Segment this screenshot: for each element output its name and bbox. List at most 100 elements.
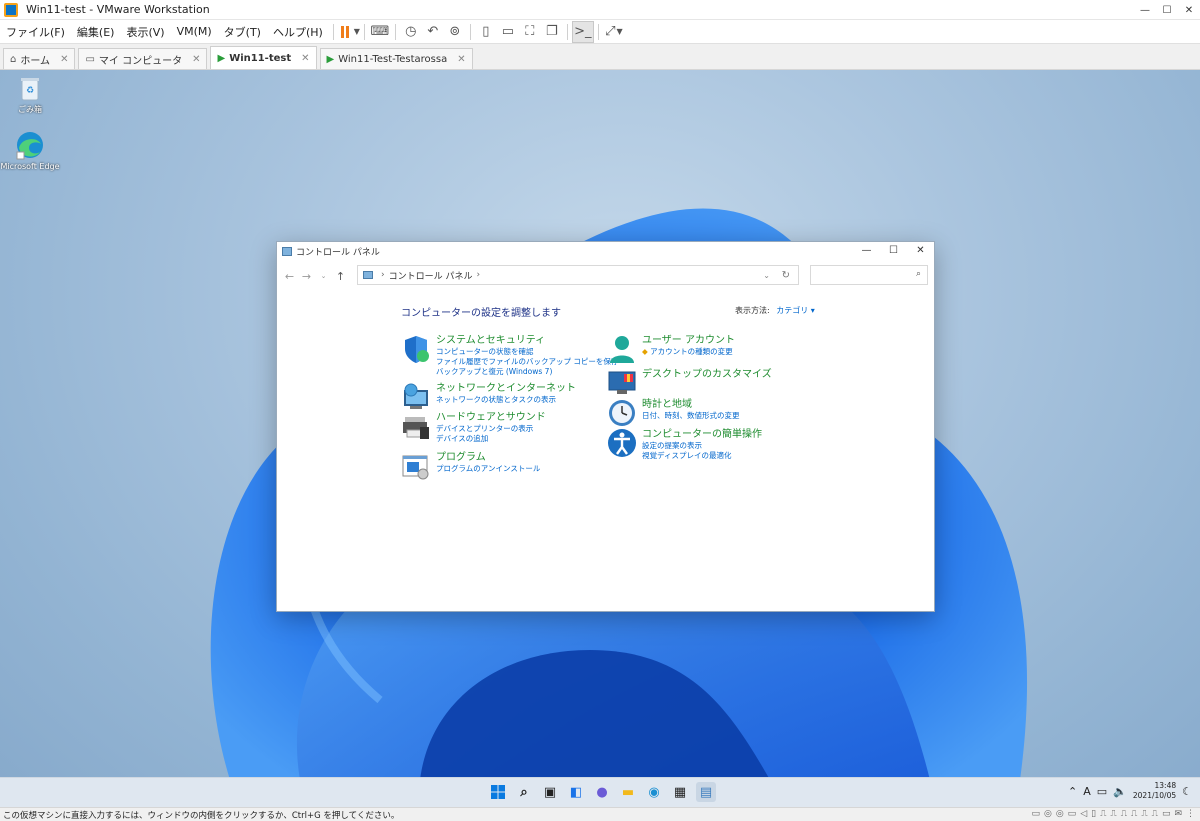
category-link[interactable]: ネットワークの状態とタスクの表示 [436,395,576,405]
console-view-button[interactable]: >_ [571,20,594,43]
network-adapter-icon[interactable]: ▭ [1068,809,1077,819]
tab-win11-test-testarossa[interactable]: ▶ Win11-Test-Testarossa ✕ [319,48,473,69]
category-link[interactable]: プログラムのアンインストール [436,464,540,474]
category-title[interactable]: 時計と地域 [642,398,740,411]
usb-icon[interactable]: ◎ [1056,809,1064,819]
control-panel-taskbar-button[interactable]: ▤ [696,782,716,802]
suspend-button[interactable]: ▼ [338,21,360,43]
file-explorer-button[interactable]: ▬ [618,782,638,802]
snapshot-manager-button[interactable]: ⊚ [444,21,466,43]
usb-device-icon[interactable]: ⎍ [1100,809,1106,819]
close-button[interactable]: ✕ [1178,0,1200,20]
task-view-button[interactable]: ▣ [540,782,560,802]
full-screen-button[interactable]: ⛶ [519,21,541,43]
minimize-button[interactable]: — [1134,0,1156,20]
revert-icon: ↶ [427,24,439,39]
close-icon[interactable]: ✕ [301,53,309,64]
cp-window-controls: — ☐ ✕ [853,242,934,258]
back-button[interactable]: ← [281,270,298,283]
tab-home[interactable]: ⌂ ホーム ✕ [3,48,76,69]
cdrom-icon[interactable]: ◎ [1044,809,1052,819]
taskbar-clock[interactable]: 13:48 2021/10/05 [1133,781,1176,801]
category-title[interactable]: ハードウェアとサウンド [436,411,546,424]
message-icon[interactable]: ✉ [1174,809,1182,819]
category-title[interactable]: プログラム [436,451,540,464]
network-icon[interactable]: ▭ [1097,785,1107,798]
recent-locations-button[interactable]: ⌄ [315,272,332,280]
send-ctrl-alt-del-button[interactable]: ⌨ [369,21,391,43]
close-icon[interactable]: ✕ [457,54,465,65]
menu-edit[interactable]: 編集(E) [71,24,121,40]
category-link[interactable]: 日付、時刻、数値形式の変更 [642,411,740,421]
toolbar-separator [566,23,568,40]
category-link[interactable]: デバイスとプリンターの表示 [436,424,546,434]
usb-device-icon[interactable]: ⎍ [1152,809,1158,819]
category-link[interactable]: 設定の提案の表示 [642,441,762,451]
snapshot-button[interactable]: ◷ [400,21,422,43]
tab-my-computer[interactable]: ▭ マイ コンピュータ ✕ [78,48,208,69]
usb-device-icon[interactable]: ⎍ [1131,809,1137,819]
menu-tab[interactable]: タブ(T) [218,24,267,40]
category-link[interactable]: 視覚ディスプレイの最適化 [642,451,762,461]
menu-view[interactable]: 表示(V) [120,24,170,40]
category-title[interactable]: デスクトップのカスタマイズ [642,368,772,381]
cp-close-button[interactable]: ✕ [907,242,934,258]
category-title[interactable]: ユーザー アカウント [642,334,735,347]
up-button[interactable]: ↑ [332,270,349,283]
volume-icon[interactable]: 🔈 [1113,785,1127,798]
category-link[interactable]: バックアップと復元 (Windows 7) [436,367,618,377]
category-title[interactable]: システムとセキュリティ [436,334,618,347]
menu-help[interactable]: ヘルプ(H) [267,24,329,40]
category-link[interactable]: コンピューターの状態を確認 [436,347,618,357]
widgets-button[interactable]: ◧ [566,782,586,802]
menu-vm[interactable]: VM(M) [171,25,218,38]
forward-button[interactable]: → [298,270,315,283]
usb-device-icon[interactable]: ⎍ [1110,809,1116,819]
refresh-icon[interactable]: ↻ [782,270,790,281]
desktop-icon-edge[interactable]: Microsoft Edge [0,130,60,171]
start-button[interactable] [488,782,508,802]
close-icon[interactable]: ✕ [60,54,68,65]
address-bar[interactable]: › コントロール パネル › ⌄ ↻ [357,265,799,285]
menu-file[interactable]: ファイル(F) [0,24,71,40]
control-panel-window[interactable]: コントロール パネル — ☐ ✕ ← → ⌄ ↑ › コントロール パネル › … [276,241,935,612]
chat-button[interactable]: ● [592,782,612,802]
store-button[interactable]: ▦ [670,782,690,802]
cp-maximize-button[interactable]: ☐ [880,242,907,258]
close-icon[interactable]: ✕ [192,54,200,65]
chevron-up-icon[interactable]: ⌃ [1068,785,1077,798]
unity-button[interactable]: ❐ [541,21,563,43]
shield-icon [405,336,429,363]
sound-icon[interactable]: ◁ [1080,809,1087,819]
hdd-icon[interactable]: ▭ [1031,809,1040,819]
display-icon[interactable]: ▭ [1162,809,1171,819]
tab-label: ホーム [20,55,51,67]
category-title[interactable]: コンピューターの簡単操作 [642,428,762,441]
cp-minimize-button[interactable]: — [853,242,880,258]
maximize-button[interactable]: ☐ [1156,0,1178,20]
chevron-right-icon[interactable]: › [476,270,480,280]
category-link[interactable]: ファイル履歴でファイルのバックアップ コピーを保存 [436,357,618,367]
view-by-dropdown[interactable]: カテゴリ ▾ [776,306,815,315]
taskbar-search-button[interactable]: ⌕ [514,782,534,802]
thumbnail-bar-button[interactable]: ▭ [497,21,519,43]
notification-icon[interactable]: ☾ [1182,785,1192,798]
search-input[interactable]: ⌕ [810,265,928,285]
search-icon: ⌕ [520,784,528,800]
stretch-guest-button[interactable]: ⤢ ▼ [603,21,625,43]
category-link[interactable]: デバイスの追加 [436,434,546,444]
usb-device-icon[interactable]: ⎍ [1121,809,1127,819]
tab-win11-test[interactable]: ▶ Win11-test ✕ [210,46,317,69]
usb-device-icon[interactable]: ⎍ [1141,809,1147,819]
category-link[interactable]: ◆ アカウントの種類の変更 [642,347,735,357]
chevron-down-icon[interactable]: ⌄ [763,271,770,280]
ime-indicator[interactable]: A [1083,785,1091,798]
show-library-button[interactable]: ▯ [475,21,497,43]
edge-taskbar-button[interactable]: ◉ [644,782,664,802]
printer-icon[interactable]: ▯ [1091,809,1096,819]
more-icon[interactable]: ⋮ [1186,809,1195,819]
desktop-icon-recycle-bin[interactable]: ♻ ごみ箱 [4,76,56,115]
breadcrumb-control-panel[interactable]: コントロール パネル [389,269,473,282]
category-title[interactable]: ネットワークとインターネット [436,382,576,395]
revert-snapshot-button[interactable]: ↶ [422,21,444,43]
